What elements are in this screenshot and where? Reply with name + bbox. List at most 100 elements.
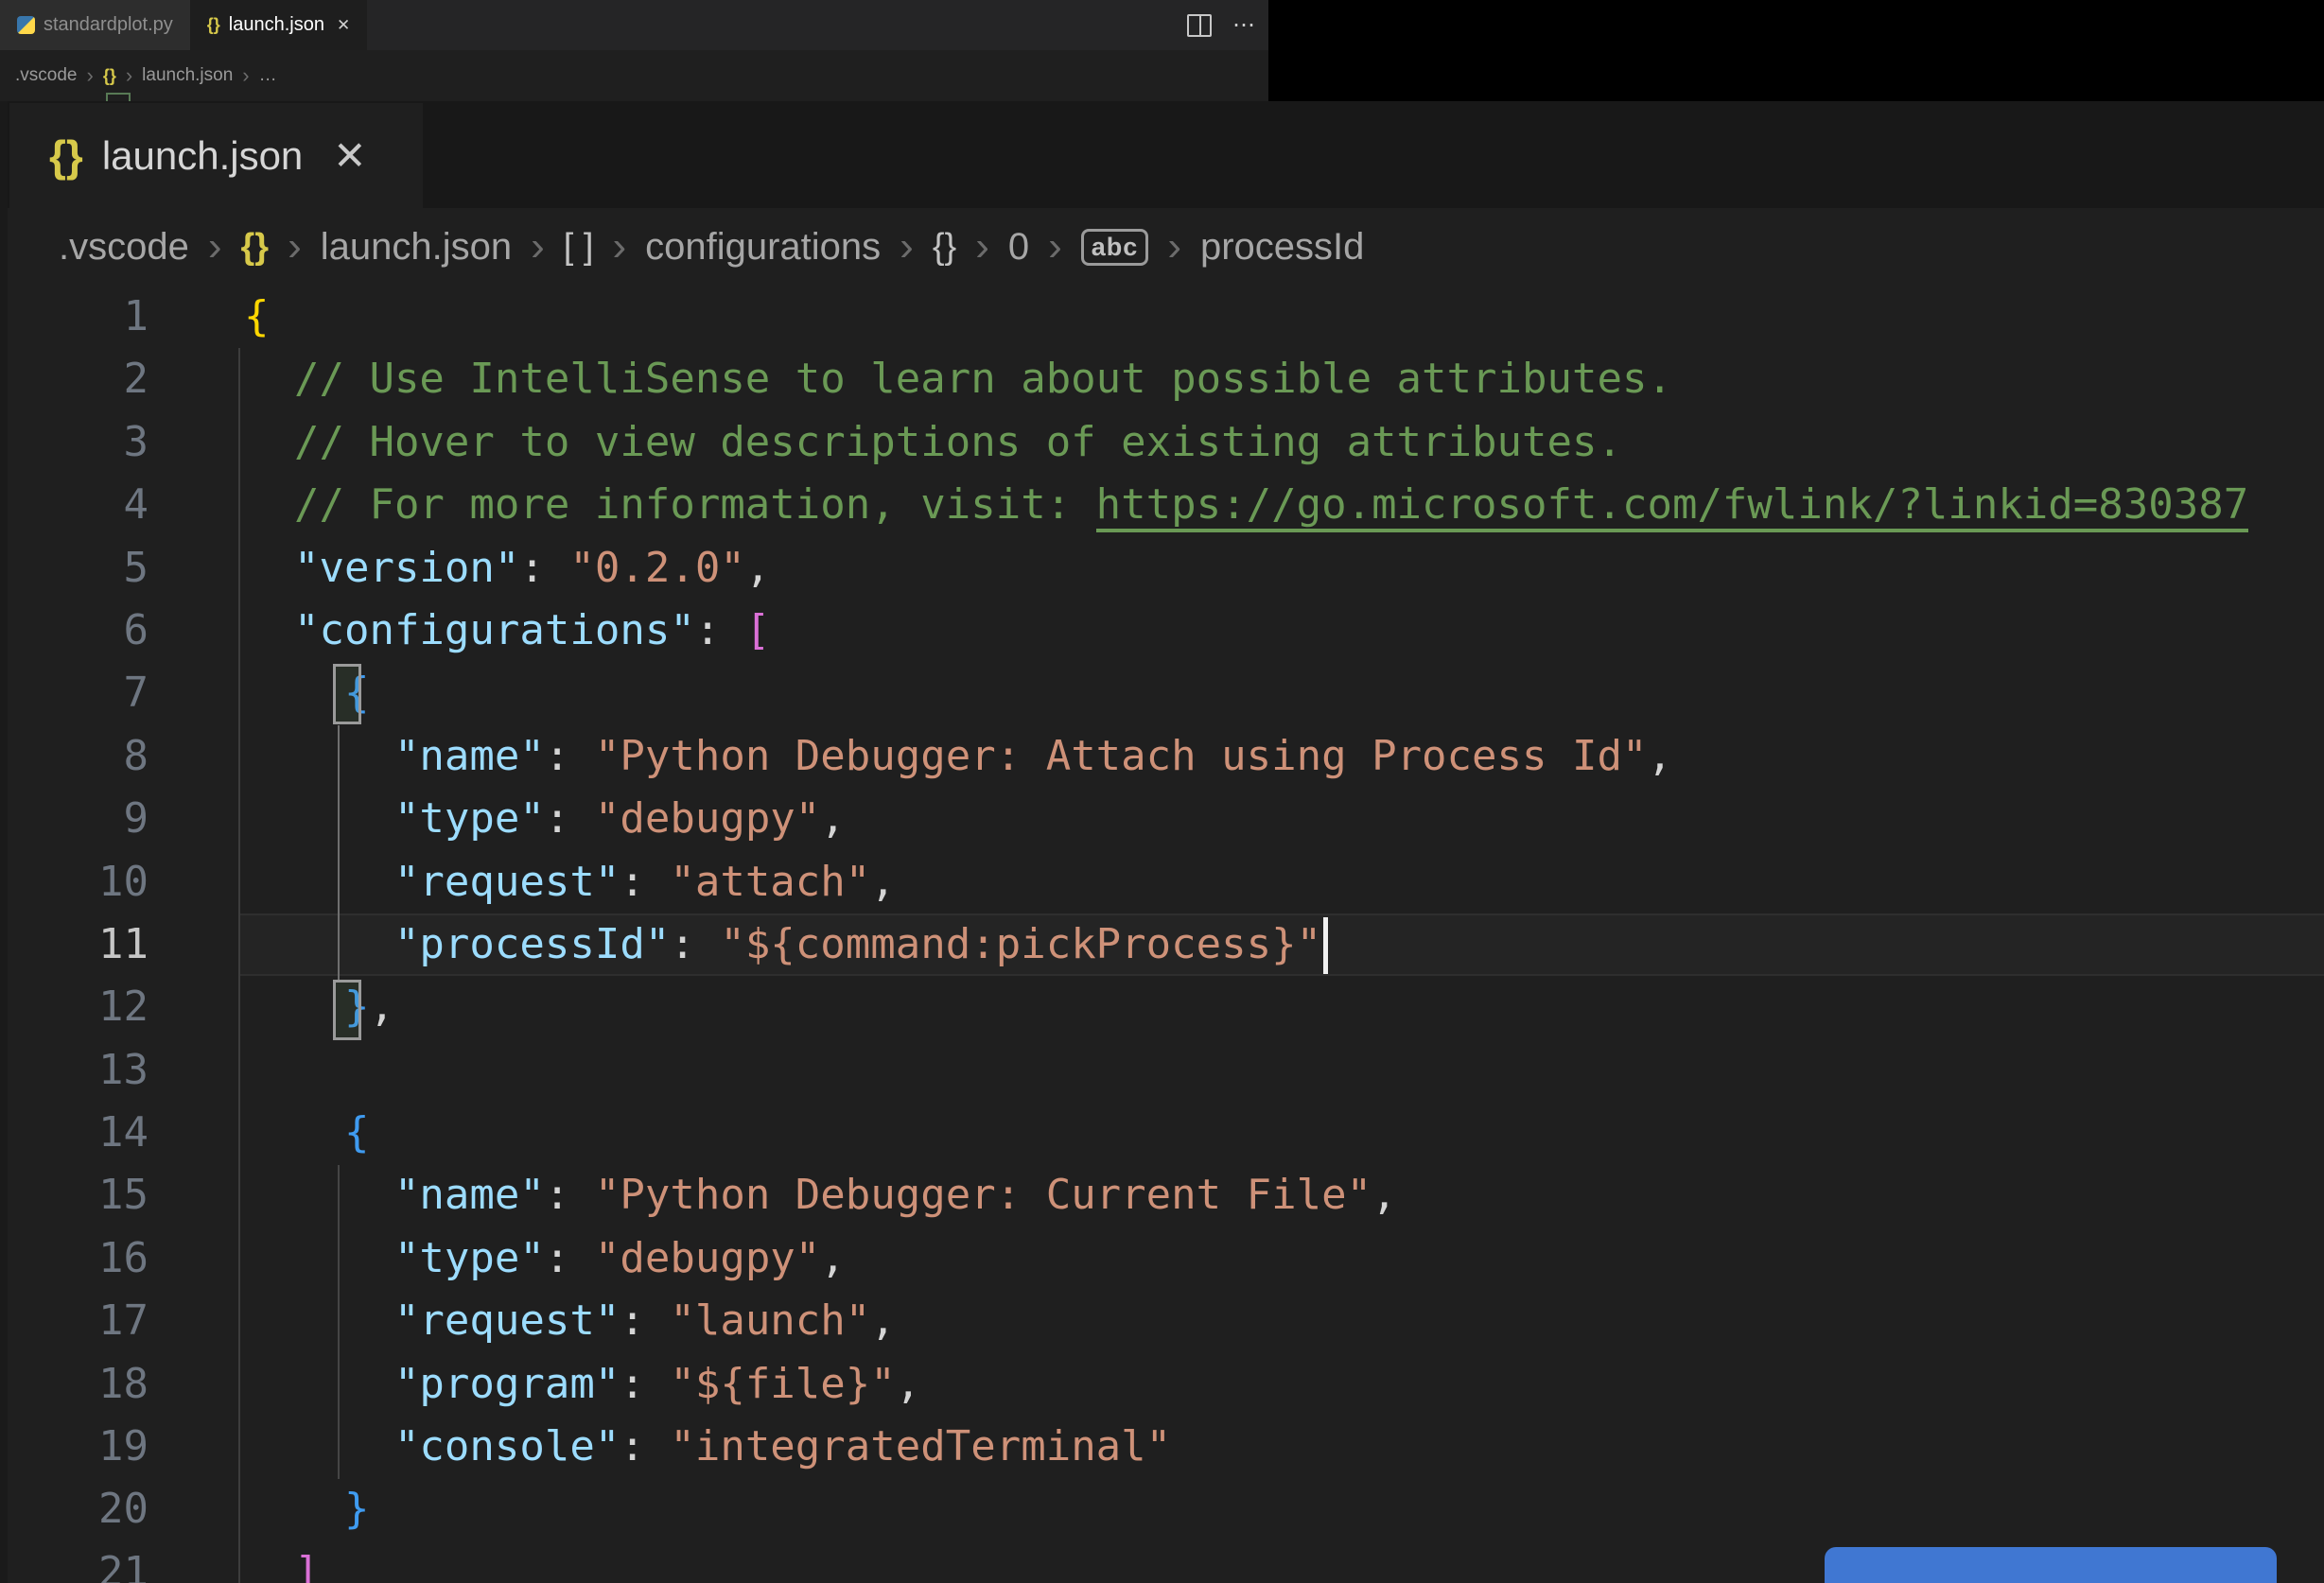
code-text[interactable]: ] [149, 1541, 320, 1583]
line-number[interactable]: 17 [0, 1290, 149, 1352]
line-number[interactable]: 18 [0, 1353, 149, 1416]
code-text[interactable]: { [149, 286, 270, 348]
line-number[interactable]: 6 [0, 600, 149, 662]
token: , [870, 857, 896, 906]
mini-tab-launch.json[interactable]: {} launch.json ✕ [189, 0, 368, 50]
code-line-13[interactable]: 13 [0, 1039, 2324, 1102]
code-line-19[interactable]: 19 "console": "integratedTerminal" [0, 1416, 2324, 1478]
line-number[interactable]: 1 [0, 286, 149, 348]
line-number[interactable]: 12 [0, 976, 149, 1038]
more-actions-icon[interactable]: ⋯ [1232, 11, 1256, 39]
token: "launch" [670, 1296, 871, 1346]
code-line-20[interactable]: 20 } [0, 1478, 2324, 1540]
line-number[interactable]: 14 [0, 1102, 149, 1164]
code-text[interactable] [149, 1039, 244, 1102]
string-abc-icon: abc [1080, 228, 1149, 266]
breadcrumb-item-processId[interactable]: processId [1200, 226, 1364, 269]
line-number[interactable]: 20 [0, 1478, 149, 1540]
code-line-17[interactable]: 17 "request": "launch", [0, 1290, 2324, 1352]
breadcrumb-item-launch.json[interactable]: launch.json [321, 226, 512, 269]
breadcrumb-item-…[interactable]: … [259, 65, 277, 86]
token: "version" [244, 543, 520, 592]
line-number[interactable]: 11 [0, 913, 149, 976]
line-number[interactable]: 7 [0, 662, 149, 724]
code-line-14[interactable]: 14 { [0, 1102, 2324, 1164]
token: [ [744, 605, 771, 654]
code-line-16[interactable]: 16 "type": "debugpy", [0, 1227, 2324, 1290]
split-editor-icon[interactable] [1187, 13, 1212, 37]
json-braces-icon: {} [102, 65, 116, 85]
code-line-3[interactable]: 3 // Hover to view descriptions of exist… [0, 411, 2324, 474]
code-text[interactable]: // Use IntelliSense to learn about possi… [149, 348, 1672, 410]
breadcrumb-item-configurations[interactable]: configurations [645, 226, 881, 269]
token: "request" [244, 857, 620, 906]
token: "integratedTerminal" [670, 1422, 1172, 1471]
line-number[interactable]: 10 [0, 851, 149, 913]
code-line-1[interactable]: 1{ [0, 286, 2324, 348]
code-line-18[interactable]: 18 "program": "${file}", [0, 1353, 2324, 1416]
token: , [820, 794, 846, 844]
code-text[interactable]: "type": "debugpy", [149, 788, 846, 850]
code-line-11[interactable]: 11 "processId": "${command:pickProcess}" [0, 913, 2324, 976]
tab-launch-json[interactable]: {} launch.json ✕ [9, 103, 423, 208]
token: : [544, 1233, 595, 1282]
code-text[interactable]: "program": "${file}", [149, 1353, 920, 1416]
json-braces-icon: {} [240, 226, 270, 267]
code-line-4[interactable]: 4 // For more information, visit: https:… [0, 474, 2324, 536]
code-line-15[interactable]: 15 "name": "Python Debugger: Current Fil… [0, 1164, 2324, 1226]
code-text[interactable]: "type": "debugpy", [149, 1227, 846, 1290]
token: : [620, 1296, 671, 1346]
code-text[interactable]: "request": "attach", [149, 851, 896, 913]
code-text[interactable]: "name": "Python Debugger: Current File", [149, 1164, 1397, 1226]
line-number[interactable]: 9 [0, 788, 149, 850]
breadcrumb: .vscode › {} › launch.json › [ ] › configuration… [0, 208, 2324, 286]
token: "debugpy" [594, 1233, 821, 1282]
line-number[interactable]: 3 [0, 411, 149, 474]
code-line-10[interactable]: 10 "request": "attach", [0, 851, 2324, 913]
breadcrumb-item-.vscode[interactable]: .vscode [15, 65, 77, 86]
line-number[interactable]: 5 [0, 537, 149, 600]
close-tab-icon[interactable]: ✕ [337, 16, 350, 35]
code-line-9[interactable]: 9 "type": "debugpy", [0, 788, 2324, 850]
matched-bracket-box [333, 664, 361, 724]
line-number[interactable]: 19 [0, 1416, 149, 1478]
close-tab-icon[interactable]: ✕ [333, 132, 366, 179]
code-text[interactable]: "configurations": [ [149, 600, 770, 662]
token: , [895, 1359, 921, 1408]
line-number[interactable]: 4 [0, 474, 149, 536]
code-text[interactable]: "processId": "${command:pickProcess}" [149, 913, 1321, 976]
code-text[interactable]: "console": "integratedTerminal" [149, 1416, 1171, 1478]
mini-tabs-container: standardplot.py {} launch.json ✕ [0, 0, 368, 50]
code-text[interactable]: // For more information, visit: https://… [149, 474, 2249, 536]
breadcrumb-item-0[interactable]: 0 [1008, 226, 1029, 269]
line-number[interactable]: 8 [0, 725, 149, 788]
line-number[interactable]: 15 [0, 1164, 149, 1226]
code-line-6[interactable]: 6 "configurations": [ [0, 600, 2324, 662]
token: : [519, 543, 570, 592]
code-line-2[interactable]: 2 // Use IntelliSense to learn about pos… [0, 348, 2324, 410]
token: "type" [244, 1233, 545, 1282]
code-text[interactable]: "name": "Python Debugger: Attach using P… [149, 725, 1672, 788]
mini-tab-label: standardplot.py [44, 14, 173, 35]
code-line-8[interactable]: 8 "name": "Python Debugger: Attach using… [0, 725, 2324, 788]
matched-bracket-box [333, 980, 361, 1040]
token: "name" [244, 731, 545, 780]
code-text[interactable]: "request": "launch", [149, 1290, 896, 1352]
line-number[interactable]: 16 [0, 1227, 149, 1290]
code-text[interactable]: "version": "0.2.0", [149, 537, 770, 600]
token: } [244, 1485, 370, 1534]
line-number[interactable]: 21 [0, 1541, 149, 1583]
token: "${command:pickProcess}" [720, 919, 1322, 968]
line-number[interactable]: 2 [0, 348, 149, 410]
line-number[interactable]: 13 [0, 1039, 149, 1102]
breadcrumb-item-launch.json[interactable]: launch.json [142, 65, 233, 86]
mini-tab-label: launch.json [228, 14, 324, 35]
code-editor[interactable]: 1{2 // Use IntelliSense to learn about p… [0, 286, 2324, 1583]
code-line-5[interactable]: 5 "version": "0.2.0", [0, 537, 2324, 600]
add-configuration-button[interactable] [1825, 1547, 2277, 1583]
code-text[interactable]: // Hover to view descriptions of existin… [149, 411, 1622, 474]
code-text[interactable]: } [149, 1478, 370, 1540]
mini-tab-standardplot.py[interactable]: standardplot.py [0, 0, 190, 50]
code-text[interactable]: { [149, 1102, 370, 1164]
breadcrumb-item-.vscode[interactable]: .vscode [59, 226, 189, 269]
